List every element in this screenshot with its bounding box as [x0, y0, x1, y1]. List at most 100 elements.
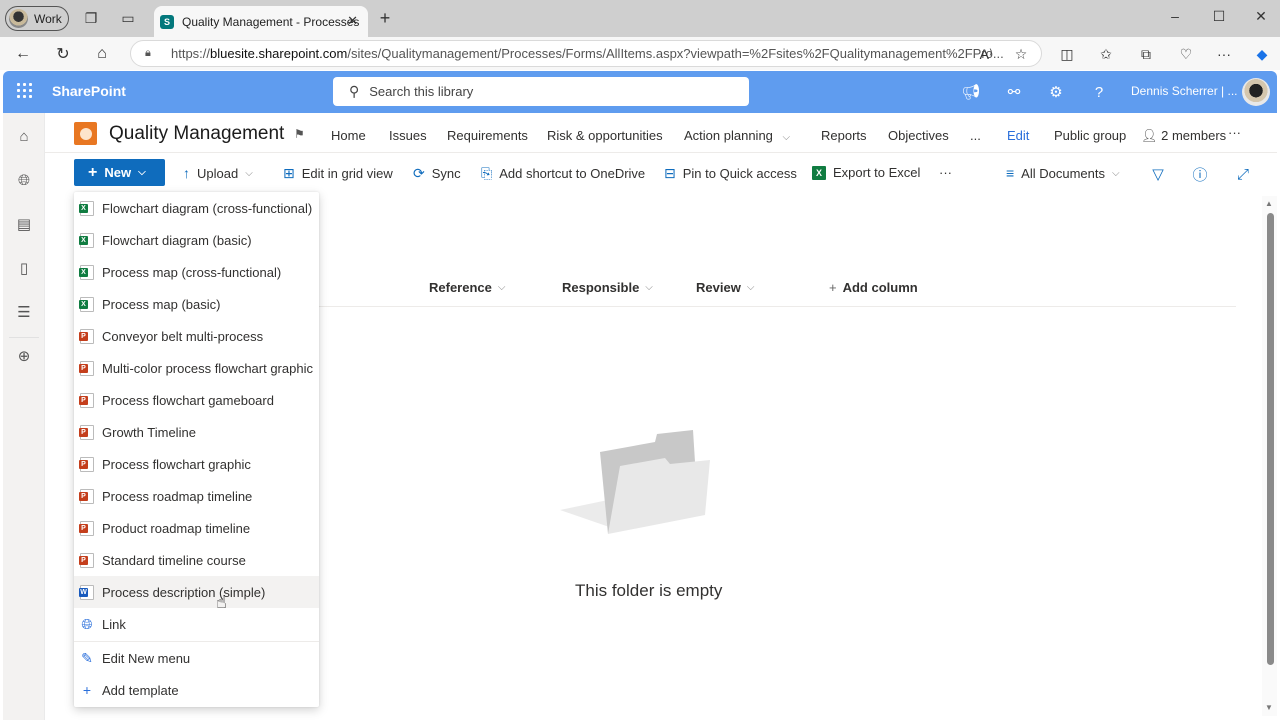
browser-essentials-icon[interactable]: ♡ — [1176, 44, 1196, 64]
members-button[interactable]: 👤︎ 2 members — [1141, 128, 1226, 144]
url-field[interactable]: 🔒︎ https://bluesite.sharepoint.com/sites… — [130, 40, 1042, 67]
column-header-review[interactable]: Review ⌵ — [696, 280, 754, 295]
shortcut-label: Add shortcut to OneDrive — [499, 166, 646, 181]
add-shortcut-button[interactable]: ⎘ Add shortcut to OneDrive — [481, 165, 645, 182]
nav-more[interactable]: ... — [970, 128, 981, 143]
add-column-button[interactable]: + Add column — [829, 280, 918, 295]
menu-item-process-roadmap[interactable]: P Process roadmap timeline — [74, 480, 319, 512]
site-logo[interactable] — [74, 122, 97, 145]
browser-tab-bar: Work ❐ ▭ S Quality Management - Processe… — [0, 0, 1280, 37]
more-commands-button[interactable]: ··· — [939, 165, 952, 180]
lists-icon[interactable]: ☰ — [14, 302, 34, 322]
search-input[interactable]: ⚲ Search this library — [333, 77, 749, 106]
menu-item-growth-timeline[interactable]: P Growth Timeline — [74, 416, 319, 448]
excel-file-icon: X — [79, 296, 94, 312]
read-aloud-icon[interactable]: A⁾ — [976, 44, 996, 64]
maximize-icon[interactable]: ☐ — [1209, 8, 1229, 25]
empty-folder-message: This folder is empty — [575, 581, 723, 600]
nav-issues[interactable]: Issues — [389, 128, 427, 143]
chevron-down-icon: ⌵ — [497, 282, 506, 293]
sharepoint-brand[interactable]: SharePoint — [52, 83, 126, 99]
column-header-responsible[interactable]: Responsible ⌵ — [562, 280, 653, 295]
menu-item-add-template[interactable]: + Add template — [74, 674, 319, 706]
globe-icon[interactable]: 🌐︎ — [14, 170, 34, 190]
pin-quick-access-button[interactable]: ⊟ Pin to Quick access — [664, 165, 797, 182]
favorite-star-icon[interactable]: ☆ — [1011, 44, 1031, 64]
tab-close-icon[interactable]: ✕ — [347, 13, 358, 29]
tab-actions-icon[interactable]: ▭ — [119, 9, 137, 27]
nav-home[interactable]: Home — [331, 128, 366, 143]
close-window-icon[interactable]: ✕ — [1251, 8, 1271, 25]
menu-item-process-description[interactable]: W Process description (simple) — [74, 576, 319, 608]
menu-item-flowchart-gameboard[interactable]: P Process flowchart gameboard — [74, 384, 319, 416]
split-screen-icon[interactable]: ◫ — [1057, 44, 1077, 64]
menu-item-standard-timeline[interactable]: P Standard timeline course — [74, 544, 319, 576]
home-icon[interactable]: ⌂ — [92, 44, 112, 64]
connect-icon[interactable]: ⚯ — [1003, 81, 1025, 103]
powerpoint-file-icon: P — [79, 392, 94, 408]
profile-avatar — [9, 9, 28, 28]
menu-item-label: Flowchart diagram (basic) — [102, 232, 252, 248]
upload-button[interactable]: ↑ Upload ⌵ — [183, 165, 253, 181]
site-title[interactable]: Quality Management — [109, 123, 284, 145]
scroll-down-arrow[interactable]: ▼ — [1265, 703, 1273, 712]
nav-action-planning-label: Action planning — [684, 128, 773, 143]
workspaces-icon[interactable]: ❐ — [82, 9, 100, 27]
site-more-button[interactable]: ··· — [1228, 125, 1241, 140]
app-launcher-icon[interactable] — [17, 83, 33, 99]
scrollbar-thumb[interactable] — [1267, 213, 1274, 665]
nav-requirements[interactable]: Requirements — [447, 128, 528, 143]
refresh-icon[interactable]: ↻ — [53, 44, 73, 64]
menu-item-flowchart-basic[interactable]: X Flowchart diagram (basic) — [74, 224, 319, 256]
minimize-icon[interactable]: – — [1165, 8, 1185, 24]
menu-item-edit-new-menu[interactable]: ✎ Edit New menu — [74, 642, 319, 674]
nav-edit-link[interactable]: Edit — [1007, 128, 1029, 143]
megaphone-icon[interactable]: 📢︎ — [960, 81, 982, 103]
nav-action-planning[interactable]: Action planning ⌵ — [684, 128, 790, 143]
new-tab-icon[interactable]: + — [376, 8, 394, 28]
search-icon: ⚲ — [349, 83, 360, 99]
home-icon[interactable]: ⌂ — [14, 126, 34, 146]
create-icon[interactable]: ⊕ — [14, 346, 34, 366]
profile-button[interactable]: Work — [5, 6, 69, 31]
files-icon[interactable]: ▯ — [14, 258, 34, 278]
back-icon[interactable]: ← — [13, 44, 33, 64]
new-button[interactable]: + New ⌵ — [74, 159, 165, 186]
menu-item-label: Process flowchart gameboard — [102, 392, 274, 408]
nav-objectives[interactable]: Objectives — [888, 128, 949, 143]
help-icon[interactable]: ? — [1088, 81, 1110, 103]
menu-item-flowchart-graphic[interactable]: P Process flowchart graphic — [74, 448, 319, 480]
export-excel-button[interactable]: X Export to Excel — [812, 165, 920, 180]
settings-gear-icon[interactable]: ⚙ — [1045, 81, 1067, 103]
menu-item-process-map-basic[interactable]: X Process map (basic) — [74, 288, 319, 320]
menu-item-link[interactable]: 🌐︎ Link — [74, 608, 319, 640]
edit-grid-view-button[interactable]: ⊞ Edit in grid view — [283, 165, 393, 182]
user-name[interactable]: Dennis Scherrer | ... — [1131, 84, 1238, 98]
teams-icon[interactable]: ⚑ — [294, 127, 305, 141]
info-icon[interactable]: ⓘ — [1190, 164, 1210, 184]
menu-item-process-map-cross-functional[interactable]: X Process map (cross-functional) — [74, 256, 319, 288]
nav-reports[interactable]: Reports — [821, 128, 867, 143]
settings-more-icon[interactable]: ··· — [1214, 44, 1234, 64]
active-tab[interactable]: S Quality Management - Processes ✕ — [154, 6, 368, 37]
menu-item-multi-color-flowchart[interactable]: P Multi-color process flowchart graphic — [74, 352, 319, 384]
user-avatar[interactable] — [1242, 78, 1270, 106]
menu-item-conveyor-belt[interactable]: P Conveyor belt multi-process — [74, 320, 319, 352]
excel-icon: X — [812, 165, 826, 180]
column-header-reference[interactable]: Reference ⌵ — [429, 280, 505, 295]
sync-button[interactable]: ⟳ Sync — [413, 165, 461, 182]
view-selector[interactable]: ≡ All Documents ⌵ — [1006, 165, 1120, 181]
favorites-icon[interactable]: ✩ — [1096, 44, 1116, 64]
news-icon[interactable]: ▤ — [14, 214, 34, 234]
expand-icon[interactable]: ⤢ — [1233, 164, 1253, 184]
menu-item-product-roadmap[interactable]: P Product roadmap timeline — [74, 512, 319, 544]
menu-item-flowchart-cross-functional[interactable]: X Flowchart diagram (cross-functional) — [74, 192, 319, 224]
menu-item-label: Multi-color process flowchart graphic — [102, 360, 313, 376]
collections-icon[interactable]: ⧉ — [1136, 44, 1156, 64]
filter-icon[interactable]: ▽ — [1148, 164, 1168, 184]
copilot-icon[interactable]: ◆ — [1252, 44, 1272, 64]
chevron-down-icon: ⌵ — [138, 167, 146, 178]
folder-front — [608, 458, 710, 534]
scroll-up-arrow[interactable]: ▲ — [1265, 199, 1273, 208]
nav-risk-opportunities[interactable]: Risk & opportunities — [547, 128, 663, 143]
